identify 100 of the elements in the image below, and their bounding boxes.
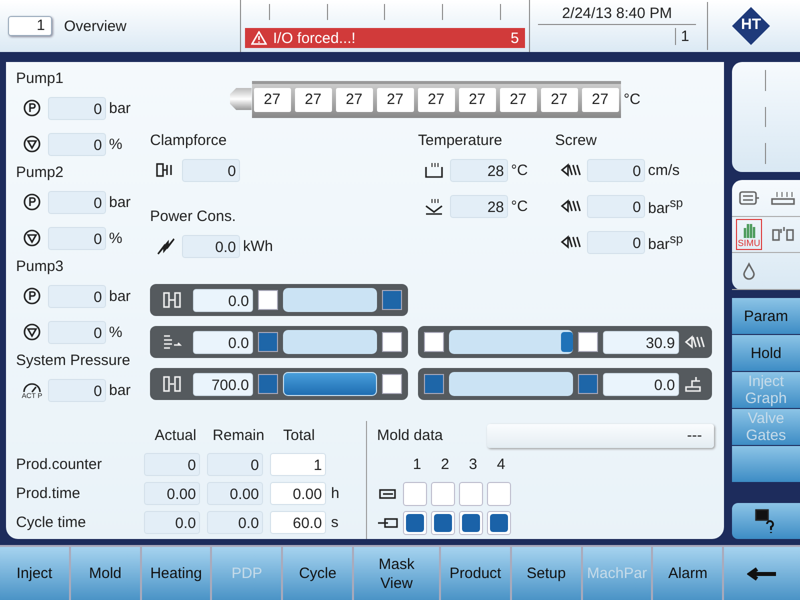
flow-icon xyxy=(23,135,41,153)
system-pressure-label: System Pressure xyxy=(16,351,132,371)
zone-temperature: 27 xyxy=(500,88,537,112)
unit-label: bar xyxy=(109,194,131,210)
unit-label: bar xyxy=(109,382,131,398)
unit-label: bar$^{sp}$ xyxy=(648,196,683,216)
unit-label: cm/s xyxy=(648,162,680,178)
nav-button[interactable]: Alarm xyxy=(653,547,722,600)
unit-label: bar xyxy=(109,100,131,116)
screw-icon xyxy=(560,198,582,214)
zone-temperature: 27 xyxy=(254,88,291,112)
mold-data-label: Mold data xyxy=(377,427,444,444)
pump-label: Pump2 xyxy=(16,163,65,183)
screw-field: 0 xyxy=(587,230,645,254)
nav-button[interactable]: Heating xyxy=(142,547,210,600)
screw-icon xyxy=(560,162,582,178)
value-field: 0.00 xyxy=(207,482,263,505)
list-icon xyxy=(738,190,760,206)
alarm-count: 5 xyxy=(510,30,519,46)
value-field: 0.0 xyxy=(144,511,200,534)
back-arrow-icon xyxy=(747,566,778,580)
value-field: 0.0 xyxy=(207,511,263,534)
alarm-text: I/O forced...! xyxy=(273,30,357,46)
nav-button[interactable]: Inject xyxy=(0,547,69,600)
value-field: 700.0 xyxy=(193,372,253,396)
flow-icon xyxy=(23,229,41,247)
row-label: Prod.time xyxy=(16,484,82,504)
lightning-icon xyxy=(156,237,176,255)
pump-label: Pump3 xyxy=(16,257,65,277)
value-field: 0.0 xyxy=(193,330,253,354)
column-header: Actual xyxy=(154,427,198,444)
help-button[interactable] xyxy=(732,503,800,539)
temperature-label: Temperature xyxy=(418,131,504,151)
screw-icon xyxy=(684,334,706,350)
side-button[interactable]: Hold xyxy=(732,335,800,371)
date-time: 2/24/13 8:40 PM xyxy=(538,2,696,25)
flow-field: 0 xyxy=(48,320,106,344)
zone-temperature: 27 xyxy=(376,88,414,112)
nozzle-heater-icon xyxy=(423,197,445,215)
nozzle-tip-drawing xyxy=(230,88,252,110)
zone-temperature: 27 xyxy=(336,88,373,112)
screen-number-field[interactable]: 1 xyxy=(8,16,52,36)
alarm-bar[interactable]: I/O forced...! 5 xyxy=(245,28,525,48)
logo: HT xyxy=(732,7,770,45)
zone-temperature: 27 xyxy=(540,88,578,112)
column-number: 1 xyxy=(412,456,422,473)
clampforce-field: 0 xyxy=(182,158,240,182)
side-button[interactable]: Param xyxy=(732,298,800,334)
nav-button[interactable]: Mold xyxy=(70,547,140,600)
warning-icon xyxy=(251,31,267,45)
power-field: 0.0 xyxy=(182,234,240,258)
mold-plate-open-icon xyxy=(377,516,399,528)
temperature-field: 28 xyxy=(450,158,508,182)
row-label: Prod.counter xyxy=(16,454,103,474)
zone-temperature: 27 xyxy=(418,88,455,112)
flow-field: 0 xyxy=(48,132,106,156)
gauge-icon xyxy=(22,380,42,392)
heater-icon xyxy=(423,161,445,179)
mold-plate-icon xyxy=(377,488,397,500)
flow-icon xyxy=(23,323,41,341)
mold-data-field: --- xyxy=(487,424,714,448)
pump-label: Pump1 xyxy=(16,69,65,89)
nav-button[interactable]: Setup xyxy=(512,547,581,600)
unit-label: % xyxy=(109,230,122,246)
column-header: Remain xyxy=(212,427,266,444)
pressure-field: 0 xyxy=(48,378,106,402)
pressure-icon xyxy=(23,99,41,117)
back-button[interactable] xyxy=(724,547,800,600)
screw-field: 0 xyxy=(587,158,645,182)
input-field[interactable]: 0.00 xyxy=(270,482,326,505)
input-field[interactable]: 60.0 xyxy=(270,511,326,534)
nav-button[interactable]: Cycle xyxy=(283,547,352,600)
unit-label: h xyxy=(331,485,340,502)
drop-icon xyxy=(742,262,756,280)
unit-label: % xyxy=(109,324,122,340)
unit-label: °C xyxy=(511,162,528,178)
zone-temperature: 27 xyxy=(294,88,332,112)
nav-button[interactable]: Product xyxy=(440,547,510,600)
screw-label: Screw xyxy=(555,131,598,151)
value-field: 0.00 xyxy=(144,482,200,505)
column-number: 4 xyxy=(496,456,506,473)
input-field[interactable]: 1 xyxy=(270,453,326,476)
heater-band-icon xyxy=(770,190,796,206)
nav-button[interactable]: Mask View xyxy=(354,547,439,600)
pressure-field: 0 xyxy=(48,190,106,214)
unit-label: °C xyxy=(624,90,640,108)
value-field: 0.0 xyxy=(193,288,253,312)
temperature-field: 28 xyxy=(450,194,508,218)
pressure-field: 0 xyxy=(48,96,106,120)
value-field: 30.9 xyxy=(603,330,679,354)
page-counter: 1 xyxy=(675,28,694,45)
unit-label: bar xyxy=(109,288,131,304)
mold-icon xyxy=(162,291,182,309)
pressure-field: 0 xyxy=(48,284,106,308)
unit-label: °C xyxy=(511,198,528,214)
flow-field: 0 xyxy=(48,226,106,250)
column-header: Total xyxy=(282,427,316,444)
screw-icon xyxy=(560,234,582,250)
value-field: 0 xyxy=(207,453,263,476)
pressure-icon xyxy=(23,287,41,305)
